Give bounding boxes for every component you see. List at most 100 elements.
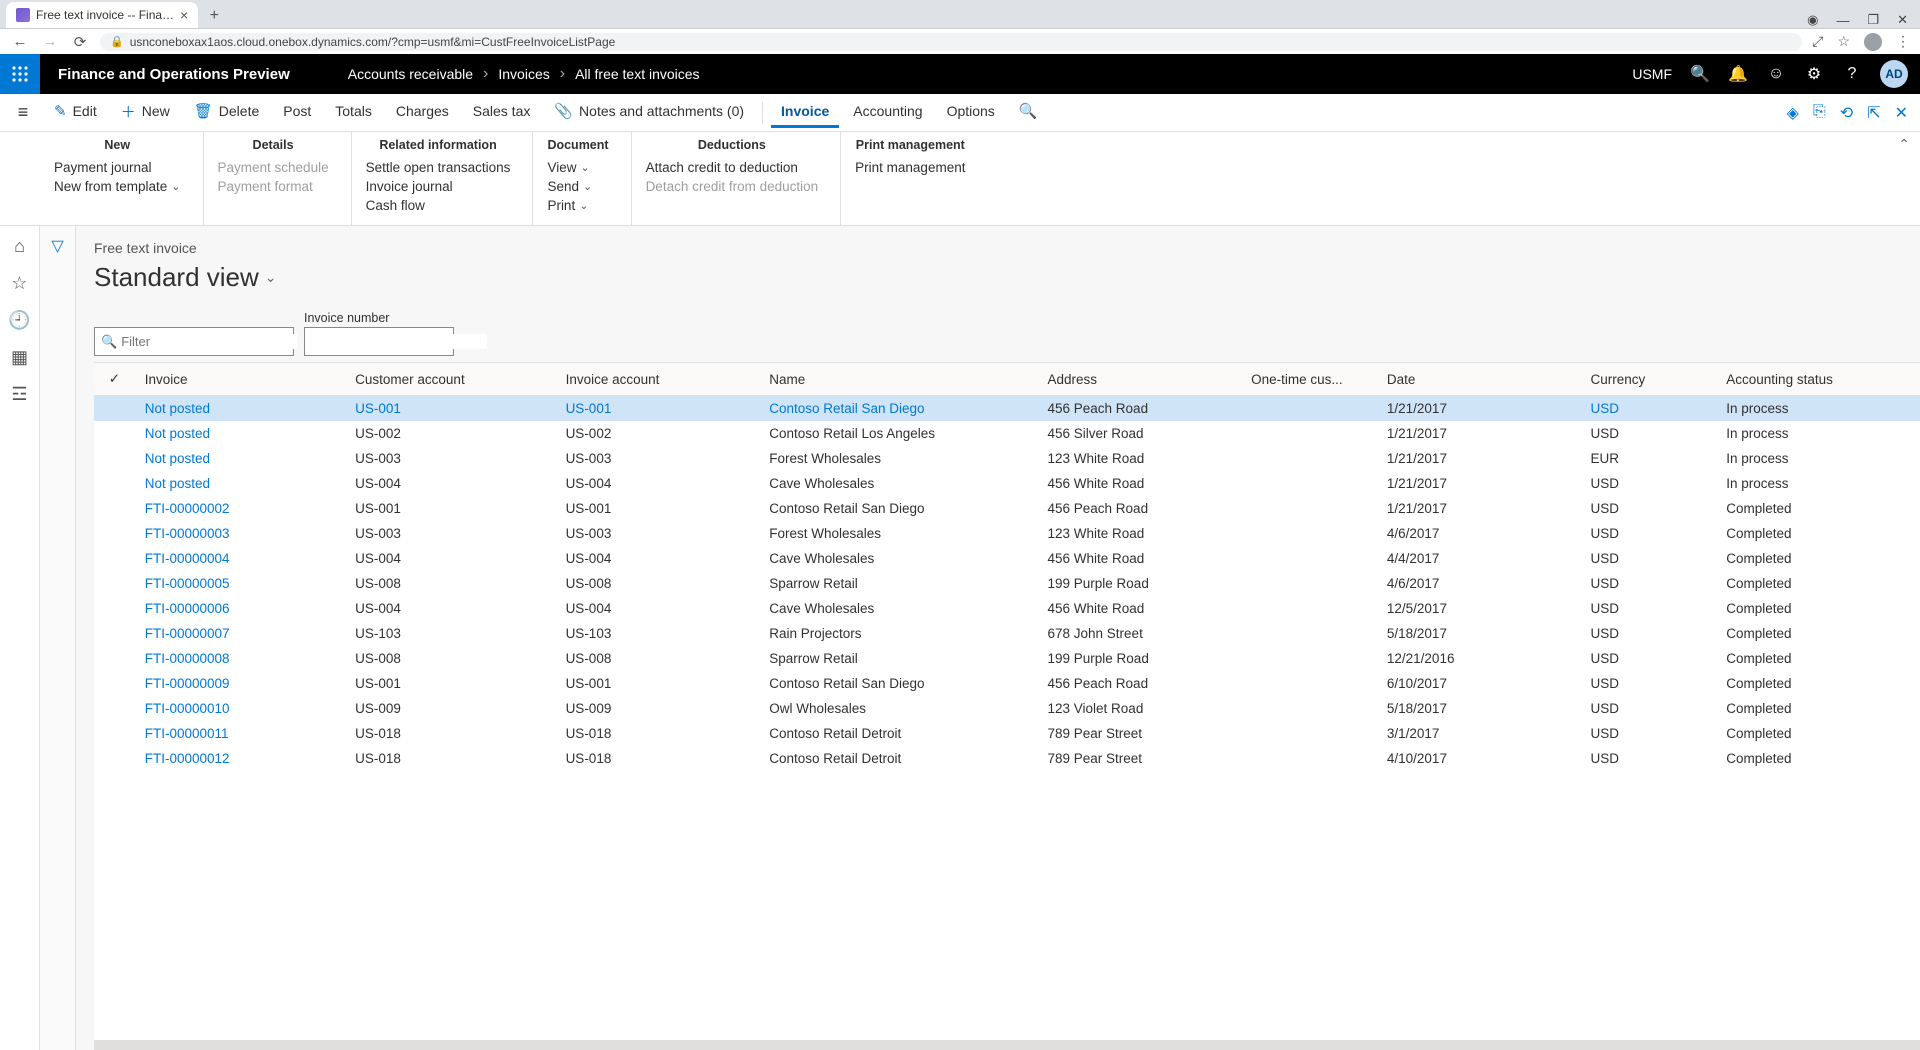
cell-name[interactable]: Cave Wholesales [759,471,1037,496]
col-onetime[interactable]: One-time cus... [1241,363,1377,396]
zoom-icon[interactable]: ⤢ [1812,33,1823,50]
cell-customer[interactable]: US-003 [345,446,555,471]
row-checkbox[interactable] [94,646,135,671]
row-checkbox[interactable] [94,446,135,471]
close-page-icon[interactable]: ✕ [1895,103,1908,123]
cell-name[interactable]: Sparrow Retail [759,646,1037,671]
reload-icon[interactable]: ⟳ [70,33,90,51]
cell-currency[interactable]: USD [1581,571,1717,596]
cell-customer[interactable]: US-003 [345,521,555,546]
cell-currency[interactable]: USD [1581,421,1717,446]
cell-invoice[interactable]: FTI-00000003 [135,521,345,546]
ribbon-invoice-journal[interactable]: Invoice journal [366,177,511,196]
cell-invoice-account[interactable]: US-001 [556,496,760,521]
cell-invoice[interactable]: FTI-00000005 [135,571,345,596]
col-accounting-status[interactable]: Accounting status [1716,363,1920,396]
table-row[interactable]: FTI-00000006US-004US-004Cave Wholesales4… [94,596,1920,621]
delete-button[interactable]: 🗑Delete [184,96,270,129]
user-avatar[interactable]: AD [1880,60,1908,88]
cell-currency[interactable]: USD [1581,696,1717,721]
invoice-number-input[interactable] [311,334,487,349]
cell-customer[interactable]: US-001 [345,671,555,696]
menu-icon[interactable]: ⋮ [1896,33,1910,50]
cell-customer[interactable]: US-008 [345,571,555,596]
ribbon-send[interactable]: Send⌄ [547,177,608,196]
cell-invoice[interactable]: FTI-00000011 [135,721,345,746]
minimize-icon[interactable]: — [1836,13,1849,28]
cell-name[interactable]: Cave Wholesales [759,596,1037,621]
cell-invoice-account[interactable]: US-001 [556,671,760,696]
action-search-button[interactable]: 🔍 [1009,96,1048,129]
row-checkbox[interactable] [94,396,135,422]
cell-name[interactable]: Rain Projectors [759,621,1037,646]
cell-invoice[interactable]: Not posted [135,471,345,496]
table-row[interactable]: Not postedUS-002US-002Contoso Retail Los… [94,421,1920,446]
table-row[interactable]: FTI-00000004US-004US-004Cave Wholesales4… [94,546,1920,571]
cell-invoice-account[interactable]: US-002 [556,421,760,446]
cell-name[interactable]: Cave Wholesales [759,546,1037,571]
maximize-icon[interactable]: ❐ [1867,12,1879,28]
cell-invoice[interactable]: Not posted [135,396,345,422]
cell-currency[interactable]: USD [1581,746,1717,771]
cell-currency[interactable]: EUR [1581,446,1717,471]
cell-customer[interactable]: US-004 [345,471,555,496]
salestax-button[interactable]: Sales tax [463,97,541,128]
recent-icon[interactable]: 🕘 [8,310,30,331]
filter-icon[interactable]: ▽ [51,236,63,256]
ribbon-new-from-template[interactable]: New from template⌄ [54,177,181,196]
cell-customer[interactable]: US-001 [345,496,555,521]
row-checkbox[interactable] [94,521,135,546]
cell-invoice-account[interactable]: US-004 [556,546,760,571]
cell-invoice-account[interactable]: US-009 [556,696,760,721]
col-invoice[interactable]: Invoice [135,363,345,396]
cell-name[interactable]: Forest Wholesales [759,521,1037,546]
horizontal-scrollbar[interactable] [94,1040,1920,1050]
close-window-icon[interactable]: ✕ [1897,12,1908,28]
info-icon[interactable]: ◉ [1807,12,1818,28]
table-row[interactable]: FTI-00000011US-018US-018Contoso Retail D… [94,721,1920,746]
cell-invoice-account[interactable]: US-018 [556,746,760,771]
new-tab-button[interactable]: + [202,4,226,28]
new-button[interactable]: ＋New [111,95,180,131]
refresh-icon[interactable]: ⟲ [1840,103,1853,123]
cell-currency[interactable]: USD [1581,646,1717,671]
cell-name[interactable]: Contoso Retail San Diego [759,496,1037,521]
cell-invoice[interactable]: FTI-00000006 [135,596,345,621]
table-row[interactable]: FTI-00000010US-009US-009Owl Wholesales12… [94,696,1920,721]
table-row[interactable]: FTI-00000003US-003US-003Forest Wholesale… [94,521,1920,546]
ribbon-print[interactable]: Print⌄ [547,196,608,215]
workspaces-icon[interactable]: ▦ [11,347,28,368]
col-address[interactable]: Address [1038,363,1242,396]
cell-invoice-account[interactable]: US-008 [556,646,760,671]
select-all-checkbox[interactable]: ✓ [94,363,135,396]
row-checkbox[interactable] [94,596,135,621]
favorites-icon[interactable]: ☆ [11,273,27,294]
edit-button[interactable]: ✎Edit [44,96,107,129]
row-checkbox[interactable] [94,721,135,746]
cell-invoice[interactable]: Not posted [135,421,345,446]
cell-currency[interactable]: USD [1581,496,1717,521]
attachments-icon[interactable]: ◈ [1787,103,1799,123]
cell-invoice[interactable]: FTI-00000004 [135,546,345,571]
quick-filter-box[interactable]: 🔍 [94,327,294,356]
table-row[interactable]: FTI-00000012US-018US-018Contoso Retail D… [94,746,1920,771]
ribbon-cash-flow[interactable]: Cash flow [366,196,511,215]
cell-customer[interactable]: US-001 [345,396,555,422]
ribbon-print-mgmt[interactable]: Print management [855,158,965,177]
cell-customer[interactable]: US-009 [345,696,555,721]
collapse-ribbon-icon[interactable]: ⌃ [1898,136,1910,153]
col-customer-account[interactable]: Customer account [345,363,555,396]
quick-filter-input[interactable] [121,334,297,349]
totals-button[interactable]: Totals [325,97,382,128]
bell-icon[interactable]: 🔔 [1728,64,1748,84]
cell-name[interactable]: Contoso Retail San Diego [759,671,1037,696]
cell-invoice[interactable]: FTI-00000008 [135,646,345,671]
ribbon-settle-open[interactable]: Settle open transactions [366,158,511,177]
table-row[interactable]: FTI-00000008US-008US-008Sparrow Retail19… [94,646,1920,671]
nav-hamburger-icon[interactable]: ≡ [6,102,40,123]
cell-invoice-account[interactable]: US-003 [556,521,760,546]
gear-icon[interactable]: ⚙ [1804,64,1824,84]
row-checkbox[interactable] [94,421,135,446]
office-icon[interactable]: ⎘ [1813,103,1826,123]
table-row[interactable]: Not postedUS-003US-003Forest Wholesales1… [94,446,1920,471]
